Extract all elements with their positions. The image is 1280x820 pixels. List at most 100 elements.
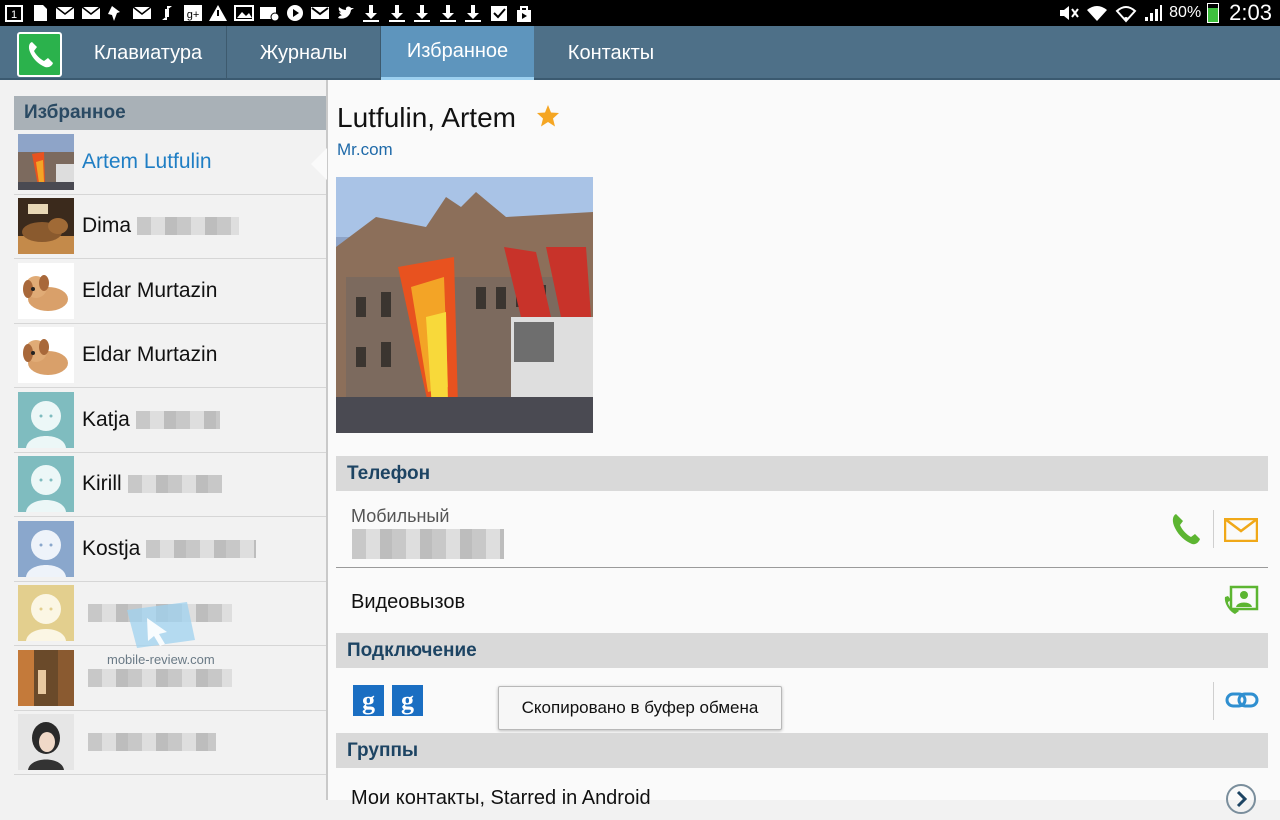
watermark-text: mobile-review.com [107, 652, 215, 667]
tab-label: Контакты [567, 41, 655, 64]
status-right: 80% 2:03 [1057, 0, 1272, 26]
clock: 2:03 [1229, 0, 1272, 25]
download-icon [463, 4, 483, 22]
sim-card-icon [30, 4, 50, 22]
google-account-icon[interactable]: g [353, 685, 384, 716]
contact-name: Lutfulin, Artem [337, 102, 516, 133]
contact-company[interactable]: Mr.com [337, 140, 393, 160]
image-icon [233, 4, 254, 22]
section-groups: Группы [336, 733, 1268, 768]
contacts-container: Artem Lutfulin Dima Eldar Murtazin Eldar Mu… [14, 130, 326, 775]
download-icon [438, 4, 458, 22]
avatar [18, 262, 74, 319]
link-icon[interactable] [1225, 690, 1259, 715]
redacted-surname [88, 668, 232, 687]
section-phone: Телефон [336, 456, 1268, 491]
download-icon [361, 4, 381, 22]
phone-app-icon[interactable] [17, 32, 62, 77]
avatar [18, 649, 74, 706]
video-call-icon[interactable] [1223, 585, 1259, 622]
tab-label: Журналы [259, 41, 348, 64]
battery-fill [1208, 7, 1219, 22]
svg-text:g+: g+ [186, 9, 199, 21]
contact-name: Eldar Murtazin [82, 278, 218, 302]
selection-pointer [311, 148, 327, 180]
avatar [18, 714, 74, 771]
mail-icon [81, 4, 101, 22]
mail-icon [132, 4, 152, 22]
checkbox-icon [489, 4, 509, 22]
tab-contacts[interactable]: Контакты [535, 26, 687, 80]
tab-keypad[interactable]: Клавиатура [70, 26, 226, 80]
download-icon [412, 4, 432, 22]
sync-icon [157, 4, 177, 22]
google-plus-account-icon[interactable]: g [392, 685, 423, 716]
status-bar: 1 g+ 80% 2:03 [0, 0, 1280, 26]
sim-1-icon: 1 [4, 4, 24, 22]
play-icon [285, 4, 305, 22]
mute-icon [1060, 6, 1079, 20]
toast-message: Скопировано в буфер обмена [498, 686, 782, 730]
row-divider [336, 567, 1268, 568]
section-connection: Подключение [336, 633, 1268, 668]
redacted-surname [88, 733, 216, 752]
contact-list-item[interactable]: Eldar Murtazin [14, 259, 326, 324]
wifi-icon [1087, 6, 1108, 21]
twitter-icon [336, 4, 356, 22]
chevron-right-icon[interactable] [1225, 783, 1257, 820]
cell-signal-icon [1145, 5, 1163, 21]
avatar [18, 391, 74, 448]
message-icon[interactable] [1223, 517, 1259, 547]
avatar [18, 198, 74, 255]
contact-name: Katja [82, 407, 130, 431]
google-plus-icon: g+ [183, 4, 203, 22]
avatar [18, 133, 74, 190]
svg-text:1: 1 [11, 9, 17, 21]
contact-name: Kostja [82, 536, 141, 560]
tab-bar: Клавиатура Журналы Избранное Контакты [0, 26, 1280, 80]
avatar [18, 456, 74, 513]
tab-label: Клавиатура [93, 41, 203, 64]
groups-value[interactable]: Мои контакты, Starred in Android [351, 787, 651, 810]
favorite-star-icon[interactable] [536, 104, 560, 133]
contact-list-item[interactable] [14, 711, 326, 775]
avatar [18, 585, 74, 642]
pin-icon [106, 4, 126, 22]
phone-number-redacted[interactable] [352, 529, 504, 559]
contact-photo[interactable] [336, 177, 593, 433]
call-icon[interactable] [1170, 512, 1202, 551]
redacted-surname [146, 539, 257, 558]
contact-name: Dima [82, 214, 132, 238]
phone-icon [28, 41, 53, 67]
watermark-logo [107, 600, 207, 660]
contact-list-item[interactable]: Katja [14, 388, 326, 453]
contact-list-item[interactable]: Kirill [14, 453, 326, 517]
phone-type-label: Мобильный [351, 506, 450, 526]
gmail-icon [310, 4, 330, 22]
download-icon [387, 4, 407, 22]
contact-name: Kirill [82, 472, 122, 496]
avatar [18, 327, 74, 384]
contact-list-item[interactable]: Dima [14, 195, 326, 259]
contact-list-item[interactable]: Eldar Murtazin [14, 324, 326, 388]
action-divider [1213, 682, 1214, 720]
mail-icon [55, 4, 75, 22]
avatar [18, 520, 74, 577]
redacted-surname [135, 410, 220, 429]
contact-list-item[interactable]: Kostja [14, 517, 326, 582]
tab-label: Избранное [406, 40, 509, 62]
video-call-label[interactable]: Видеовызов [351, 591, 465, 614]
contact-name: Eldar Murtazin [82, 343, 218, 367]
contact-detail: Lutfulin, Artem Mr.com Телефон Мобильный [328, 80, 1280, 814]
redacted-surname [127, 475, 222, 494]
tab-logs[interactable]: Журналы [227, 26, 380, 80]
shopping-bag-icon [514, 4, 534, 22]
favorites-list[interactable]: Избранное Artem Lutfulin Dima Eldar Murtaz… [14, 96, 326, 800]
warning-icon [208, 4, 228, 22]
action-divider [1213, 510, 1214, 548]
wifi-signal-icon [1115, 6, 1137, 23]
contact-name: Artem Lutfulin [82, 149, 212, 173]
redacted-surname [137, 217, 240, 236]
tab-favorites[interactable]: Избранное [381, 26, 534, 80]
contact-list-item[interactable]: Artem Lutfulin [14, 130, 326, 195]
